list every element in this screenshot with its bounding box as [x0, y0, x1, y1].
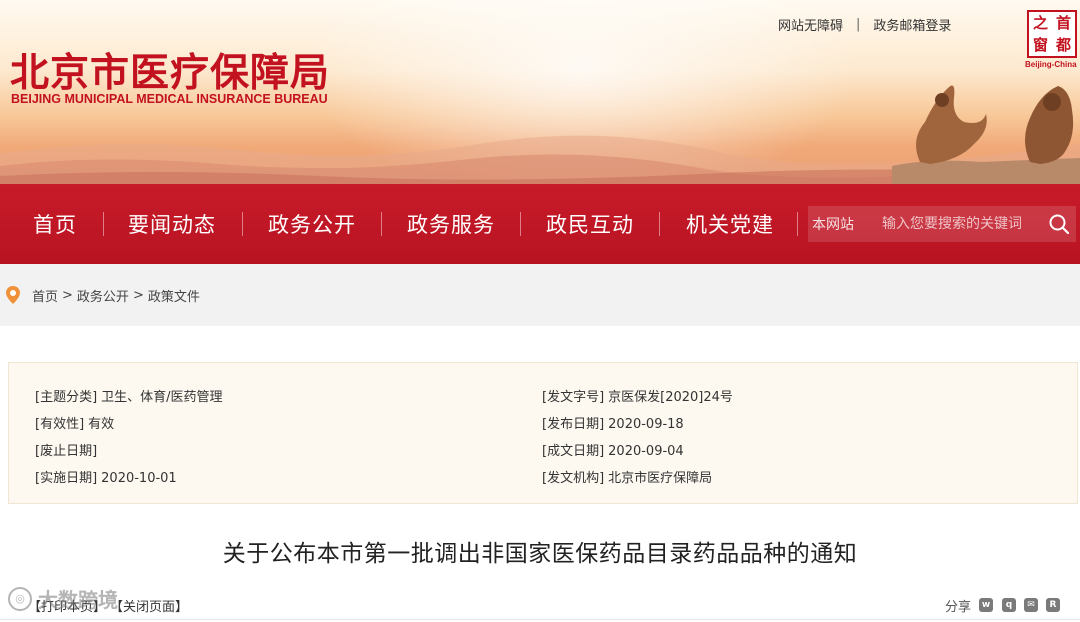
meta-issuing-agency: [发文机构] 北京市医疗保障局	[542, 467, 712, 486]
seal-char: 之	[1032, 13, 1048, 32]
article-title: 关于公布本市第一批调出非国家医保药品目录药品品种的通知	[222, 541, 858, 567]
search-icon[interactable]	[1048, 213, 1070, 235]
main-nav: 首页 要闻动态 政务公开 政务服务 政民互动 机关党建 本网站	[0, 184, 1080, 264]
meta-value: 2020-09-18	[608, 417, 684, 432]
seal-char: 首	[1055, 13, 1071, 32]
document-meta-panel: [主题分类] 卫生、体育/医药管理 [有效性] 有效 [废止日期] [实施日期] 20…	[8, 362, 1078, 504]
breadcrumb-home[interactable]: 首页	[32, 286, 58, 305]
meta-value: 北京市医疗保障局	[608, 471, 713, 486]
seal-caption: Beijing-China	[1025, 60, 1077, 69]
divider	[0, 619, 1080, 620]
meta-validity: [有效性] 有效	[35, 413, 114, 432]
meta-written-date: [成文日期] 2020-09-04	[542, 440, 684, 459]
seal-char: 窗	[1032, 35, 1048, 54]
meta-value: 有效	[88, 417, 115, 432]
close-page-button[interactable]: 【关闭页面】	[110, 596, 188, 615]
meta-key: [主题分类]	[35, 390, 98, 405]
meta-key: [成文日期]	[542, 444, 605, 459]
meta-value: 2020-10-01	[101, 471, 177, 486]
top-links: 网站无障碍 | 政务邮箱登录	[778, 15, 951, 34]
site-subtitle: BEIJING MUNICIPAL MEDICAL INSURANCE BURE…	[11, 92, 328, 106]
renren-share-icon[interactable]: R	[1046, 598, 1060, 612]
nav-divider	[103, 212, 104, 236]
watermark-logo-icon: ◎	[8, 586, 32, 611]
capital-window-seal-logo[interactable]: 之 首 窗 都	[1027, 10, 1077, 58]
search-scope-select[interactable]: 本网站	[812, 214, 882, 234]
qzone-share-icon[interactable]: q	[1002, 598, 1016, 612]
meta-key: [实施日期]	[35, 471, 98, 486]
nav-divider	[381, 212, 382, 236]
meta-key: [发布日期]	[542, 417, 605, 432]
nav-item-home[interactable]: 首页	[33, 184, 77, 264]
site-search: 本网站	[808, 206, 1076, 242]
nav-divider	[242, 212, 243, 236]
weibo-share-icon[interactable]: w	[979, 598, 993, 612]
nav-item-gov-services[interactable]: 政务服务	[407, 184, 495, 264]
breadcrumb-policy-docs[interactable]: 政策文件	[148, 286, 200, 305]
breadcrumb-gov-affairs[interactable]: 政务公开	[77, 286, 129, 305]
nav-item-party-building[interactable]: 机关党建	[686, 184, 774, 264]
nav-item-news[interactable]: 要闻动态	[128, 184, 216, 264]
search-input[interactable]	[882, 216, 1042, 232]
breadcrumb-separator: >	[62, 287, 73, 303]
nav-item-gov-affairs[interactable]: 政务公开	[268, 184, 356, 264]
nav-divider	[797, 212, 798, 236]
location-pin-icon	[6, 286, 20, 304]
stone-lion-statues	[892, 85, 1080, 184]
meta-doc-number: [发文字号] 京医保发[2020]24号	[542, 386, 733, 405]
breadcrumb: 首页 > 政务公开 > 政策文件	[0, 264, 1080, 326]
watermark: ◎ 大数跨境	[8, 584, 118, 613]
meta-publish-date: [发布日期] 2020-09-18	[542, 413, 684, 432]
article-tools: 【打印本页】 【关闭页面】 分享 w q ✉ R	[0, 590, 1080, 622]
meta-topic: [主题分类] 卫生、体育/医药管理	[35, 386, 223, 405]
meta-value: 2020-09-04	[608, 444, 684, 459]
wechat-share-icon[interactable]: ✉	[1024, 598, 1038, 612]
seal-char: 都	[1055, 35, 1071, 54]
meta-value: 京医保发[2020]24号	[608, 390, 733, 405]
header-banner: 北京市医疗保障局 BEIJING MUNICIPAL MEDICAL INSUR…	[0, 0, 1080, 184]
accessibility-link[interactable]: 网站无障碍	[778, 15, 843, 34]
nav-item-interaction[interactable]: 政民互动	[546, 184, 634, 264]
nav-divider	[520, 212, 521, 236]
meta-value: 卫生、体育/医药管理	[101, 390, 223, 405]
meta-repeal-date: [废止日期]	[35, 440, 101, 459]
gov-email-login-link[interactable]: 政务邮箱登录	[873, 15, 951, 34]
meta-key: [废止日期]	[35, 444, 98, 459]
watermark-text: 大数跨境	[38, 588, 118, 612]
nav-divider	[659, 212, 660, 236]
meta-key: [发文字号]	[542, 390, 605, 405]
meta-key: [发文机构]	[542, 471, 605, 486]
share-label: 分享	[945, 600, 972, 615]
meta-effective-date: [实施日期] 2020-10-01	[35, 467, 177, 486]
meta-key: [有效性]	[35, 417, 85, 432]
site-title: 北京市医疗保障局	[10, 51, 331, 96]
breadcrumb-separator: >	[132, 287, 144, 303]
top-link-separator: |	[856, 17, 861, 32]
